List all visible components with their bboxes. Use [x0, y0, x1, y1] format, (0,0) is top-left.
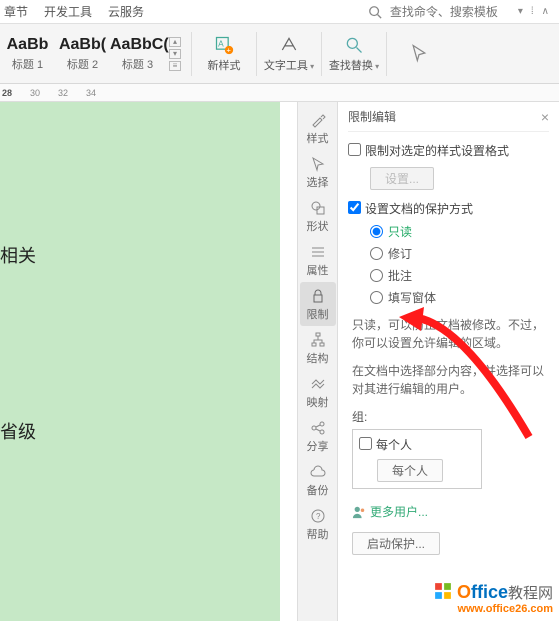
gallery-down-icon[interactable]: ▾	[169, 49, 181, 59]
share-icon	[310, 420, 326, 436]
gallery-up-icon[interactable]: ▴	[169, 37, 181, 47]
separator	[321, 32, 322, 76]
start-protect-button[interactable]: 启动保护...	[352, 532, 440, 555]
vtool-help[interactable]: ?帮助	[300, 502, 336, 546]
text-tool-icon	[279, 35, 299, 55]
vtool-backup[interactable]: 备份	[300, 458, 336, 502]
find-replace-button[interactable]: 查找替换	[328, 35, 380, 73]
style-gallery: AaBb 标题 1 AaBb( 标题 2 AaBbC( 标题 3	[0, 32, 165, 76]
close-icon[interactable]: ×	[541, 109, 549, 125]
help-icon: ?	[310, 508, 326, 524]
protect-mode-checkbox[interactable]: 设置文档的保护方式	[348, 200, 549, 217]
tab-cloud[interactable]: 云服务	[108, 3, 144, 20]
cursor-icon	[310, 156, 326, 172]
svg-text:?: ?	[316, 512, 321, 521]
ruler-mark: 34	[86, 88, 112, 98]
brush-icon	[310, 112, 326, 128]
radio-form[interactable]: 填写窗体	[370, 289, 549, 306]
panel-title: 限制编辑	[348, 108, 396, 125]
document-area[interactable]: 相关 省级	[0, 102, 298, 621]
vtool-property[interactable]: 属性	[300, 238, 336, 282]
more-users-link[interactable]: 更多用户...	[352, 503, 549, 520]
vtool-map[interactable]: 映射	[300, 370, 336, 414]
vtool-style[interactable]: 样式	[300, 106, 336, 150]
group-box: 每个人 每个人	[352, 429, 482, 489]
separator	[256, 32, 257, 76]
select-users-description: 在文档中选择部分内容，并选择可以对其进行编辑的用户。	[352, 362, 549, 398]
restrict-edit-panel: 限制编辑 × 限制对选定的样式设置格式 设置... 设置文档的保护方式 只读 修…	[338, 102, 559, 621]
vtool-share[interactable]: 分享	[300, 414, 336, 458]
readonly-description: 只读，可以防止文档被修改。不过，你可以设置允许编辑的区域。	[352, 316, 549, 352]
separator	[386, 32, 387, 76]
everyone-checkbox[interactable]: 每个人	[359, 436, 475, 453]
separator	[191, 32, 192, 76]
overflow-icon[interactable]: ⁞	[531, 6, 534, 17]
svg-text:+: +	[227, 45, 232, 54]
ruler-mark: 28	[2, 88, 28, 98]
logo-icon	[434, 582, 452, 600]
chevron-down-icon[interactable]: ▾	[518, 6, 523, 17]
shape-icon	[310, 200, 326, 216]
ruler-mark: 30	[30, 88, 56, 98]
doc-text: 相关	[0, 242, 280, 268]
group-label: 组:	[352, 408, 549, 425]
vtool-structure[interactable]: 结构	[300, 326, 336, 370]
search-icon	[368, 5, 382, 19]
radio-readonly[interactable]: 只读	[370, 223, 549, 240]
watermark: Office教程网 www.office26.com	[434, 582, 553, 615]
ruler-mark: 32	[58, 88, 84, 98]
search-bar[interactable]: ▾ ⁞ ∧	[200, 0, 559, 24]
tab-devtools[interactable]: 开发工具	[44, 3, 92, 20]
expand-icon[interactable]: ∧	[542, 6, 549, 17]
svg-text:A: A	[218, 38, 224, 48]
ruler[interactable]: 28 30 32 34	[0, 84, 559, 102]
style-heading2[interactable]: AaBb( 标题 2	[55, 32, 110, 76]
text-tool-button[interactable]: 文字工具	[263, 35, 315, 73]
everyone-button[interactable]: 每个人	[377, 459, 443, 482]
search-input[interactable]	[390, 5, 510, 19]
doc-text: 省级	[0, 418, 280, 444]
tab-chapter[interactable]: 章节	[4, 3, 28, 20]
radio-comment[interactable]: 批注	[370, 267, 549, 284]
settings-button: 设置...	[370, 167, 434, 190]
vertical-toolbar: 样式 选择 形状 属性 限制 结构 映射 分享 备份 ?帮助	[298, 102, 338, 621]
list-icon	[310, 244, 326, 260]
radio-revision[interactable]: 修订	[370, 245, 549, 262]
new-style-icon: A+	[214, 35, 234, 55]
select-button[interactable]	[393, 43, 445, 65]
lock-icon	[310, 288, 326, 304]
users-icon	[352, 505, 366, 519]
backup-icon	[310, 464, 326, 480]
ribbon: AaBb 标题 1 AaBb( 标题 2 AaBbC( 标题 3 ▴ ▾ ≡ A…	[0, 24, 559, 84]
limit-style-checkbox[interactable]: 限制对选定的样式设置格式	[348, 142, 549, 159]
new-style-button[interactable]: A+ 新样式	[198, 35, 250, 73]
style-heading1[interactable]: AaBb 标题 1	[0, 32, 55, 76]
map-icon	[310, 376, 326, 392]
find-icon	[344, 35, 364, 55]
document-page: 相关 省级	[0, 102, 280, 621]
tree-icon	[310, 332, 326, 348]
vtool-restrict[interactable]: 限制	[300, 282, 336, 326]
cursor-icon	[409, 43, 429, 63]
vtool-select[interactable]: 选择	[300, 150, 336, 194]
vtool-shape[interactable]: 形状	[300, 194, 336, 238]
style-heading3[interactable]: AaBbC( 标题 3	[110, 32, 165, 76]
gallery-more-icon[interactable]: ≡	[169, 61, 181, 71]
